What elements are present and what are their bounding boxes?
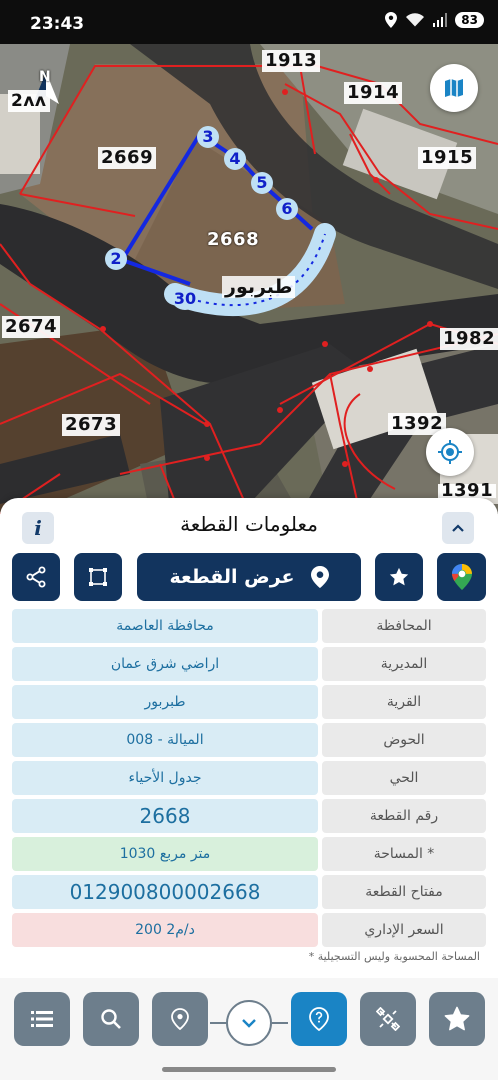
parcel-attributes-table: محافظة العاصمة المحافظة اراضي شرق عمان الم… <box>12 609 486 951</box>
parcel-key-value: 012900800002668 <box>12 875 318 909</box>
area-key: المساحة * <box>322 837 486 871</box>
location-pin-icon <box>171 1008 189 1030</box>
app-screen: { "status_bar": {"time": "23:43", "batte… <box>0 0 498 1080</box>
vertex-marker[interactable]: 6 <box>276 198 298 220</box>
parcel-label[interactable]: 2ᴧᴧ <box>8 90 50 112</box>
panel-title: معلومات القطعة <box>180 512 318 536</box>
panel-header: i معلومات القطعة <box>0 498 498 550</box>
google-maps-button[interactable] <box>437 553 486 601</box>
help-pin-icon <box>309 1007 329 1031</box>
my-location-button[interactable] <box>426 428 474 476</box>
table-row: محافظة العاصمة المحافظة <box>12 609 486 643</box>
table-row: اراضي شرق عمان المديرية <box>12 647 486 681</box>
basin-value: الميالة - 008 <box>12 723 318 757</box>
admin-price-value: 200 د/م2 <box>12 913 318 947</box>
chevron-up-icon <box>452 524 464 532</box>
wifi-icon <box>406 13 425 27</box>
village-key: القرية <box>322 685 486 719</box>
compass-letter: N <box>39 69 52 85</box>
table-row: 1030 متر مربع المساحة * <box>12 837 486 871</box>
collapse-button[interactable] <box>442 512 474 544</box>
table-row: طبربور القرية <box>12 685 486 719</box>
favorite-button[interactable] <box>375 553 423 601</box>
area-footnote: * المساحة المحسوبة وليس التسجيلية <box>308 950 480 963</box>
basin-key: الحوض <box>322 723 486 757</box>
directorate-value: اراضي شرق عمان <box>12 647 318 681</box>
table-row: الميالة - 008 الحوض <box>12 723 486 757</box>
location-status-icon <box>385 12 398 28</box>
layers-button[interactable] <box>430 64 478 112</box>
favorites-button[interactable] <box>429 992 485 1046</box>
satellite-icon <box>376 1007 400 1031</box>
map-view[interactable]: N 1913 1914 1915 2ᴧᴧ 2669 2668 2674 2673… <box>0 44 498 514</box>
governorate-key: المحافظة <box>322 609 486 643</box>
bottom-toolbar <box>0 978 498 1080</box>
star-outline-icon <box>444 1006 470 1031</box>
identify-button[interactable] <box>291 992 347 1046</box>
parcel-label[interactable]: 1915 <box>418 147 477 169</box>
parcel-number-key: رقم القطعة <box>322 799 486 833</box>
google-maps-icon <box>451 564 472 590</box>
vertex-marker[interactable]: 30 <box>172 288 198 310</box>
action-bar: عرض القطعة <box>12 553 486 601</box>
table-row: 012900800002668 مفتاح القطعة <box>12 875 486 909</box>
search-icon <box>101 1009 121 1029</box>
show-parcel-label: عرض القطعة <box>169 566 295 588</box>
polygon-outline-icon <box>89 568 107 586</box>
area-value: 1030 متر مربع <box>12 837 318 871</box>
expand-toolbar-button[interactable] <box>226 1000 272 1046</box>
show-parcel-button[interactable]: عرض القطعة <box>137 553 361 601</box>
vertex-marker[interactable]: 3 <box>197 126 219 148</box>
signal-icon <box>433 13 448 27</box>
polygon-button[interactable] <box>74 553 122 601</box>
status-bar: 23:43 83 <box>0 0 498 44</box>
parcel-label[interactable]: 1391 <box>438 482 497 500</box>
status-time: 23:43 <box>30 14 85 34</box>
crosshair-icon <box>438 440 462 464</box>
table-row: جدول الأحياء الحي <box>12 761 486 795</box>
share-button[interactable] <box>12 553 60 601</box>
battery-badge: 83 <box>455 12 484 28</box>
menu-button[interactable] <box>14 992 70 1046</box>
parcel-number-value: 2668 <box>12 799 318 833</box>
vertex-marker[interactable]: 4 <box>224 148 246 170</box>
parcel-label-selected[interactable]: 2668 <box>204 229 262 251</box>
governorate-value: محافظة العاصمة <box>12 609 318 643</box>
parcel-label[interactable]: 1913 <box>262 50 321 72</box>
vertex-marker[interactable]: 5 <box>251 172 273 194</box>
map-pin-icon <box>310 566 329 588</box>
star-icon <box>389 567 409 586</box>
list-icon <box>31 1011 53 1027</box>
satellite-button[interactable] <box>360 992 416 1046</box>
table-row: 2668 رقم القطعة <box>12 799 486 833</box>
search-button[interactable] <box>83 992 139 1046</box>
table-row: 200 د/م2 السعر الإداري <box>12 913 486 947</box>
neighborhood-key: الحي <box>322 761 486 795</box>
parcel-label[interactable]: 2669 <box>98 147 157 169</box>
share-icon <box>26 566 46 588</box>
parcel-label[interactable]: 1914 <box>344 82 403 104</box>
home-indicator[interactable] <box>162 1067 336 1072</box>
parcel-label[interactable]: 1982 <box>440 328 498 350</box>
location-button[interactable] <box>152 992 208 1046</box>
chevron-down-icon <box>242 1019 256 1028</box>
parcel-label[interactable]: 2673 <box>62 414 121 436</box>
toolbar-divider <box>210 1022 226 1024</box>
village-value: طبربور <box>12 685 318 719</box>
admin-price-key: السعر الإداري <box>322 913 486 947</box>
directorate-key: المديرية <box>322 647 486 681</box>
neighborhood-value: جدول الأحياء <box>12 761 318 795</box>
area-label: طبربور <box>222 276 296 298</box>
parcel-key-key: مفتاح القطعة <box>322 875 486 909</box>
vertex-marker[interactable]: 2 <box>105 248 127 270</box>
toolbar-divider <box>272 1022 288 1024</box>
map-layers-icon <box>445 79 463 97</box>
parcel-label[interactable]: 2674 <box>2 316 61 338</box>
